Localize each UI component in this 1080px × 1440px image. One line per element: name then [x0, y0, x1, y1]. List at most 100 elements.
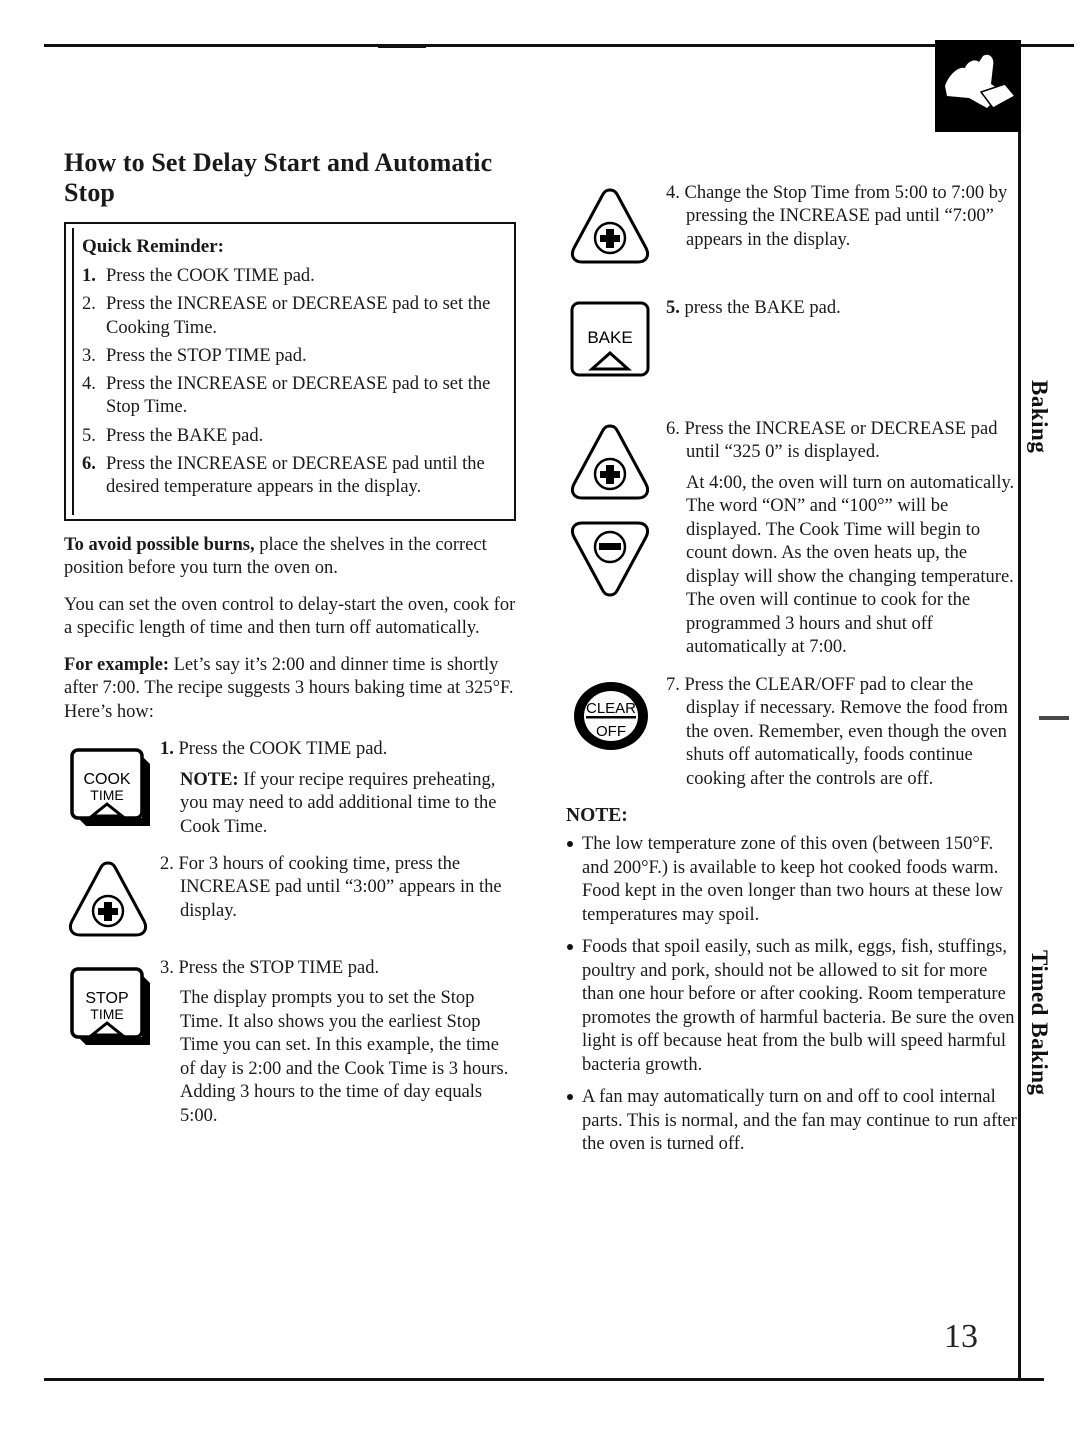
right-margin-rule: [1018, 44, 1021, 1378]
list-item: Foods that spoil easily, such as milk, e…: [566, 936, 1018, 1077]
decrease-pad-icon: [570, 521, 650, 597]
step-marker: 3.: [160, 958, 174, 978]
left-column: How to Set Delay Start and Automatic Sto…: [64, 148, 516, 1128]
increase-pad-icon: [68, 861, 148, 937]
step-line: 1. Press the COOK TIME pad.: [160, 738, 516, 761]
top-rule-tick: [378, 44, 426, 48]
step-marker: 5.: [666, 298, 680, 318]
item-number: 1.: [82, 266, 96, 286]
step-marker: 4.: [666, 183, 680, 203]
bake-pad-icon: BAKE: [570, 301, 650, 377]
item-number: 2.: [82, 294, 96, 315]
quick-reminder-box: Quick Reminder: 1. Press the COOK TIME pa…: [64, 222, 516, 521]
step-body: For 3 hours of cooking time, press the I…: [178, 854, 502, 921]
note-lead: NOTE:: [180, 769, 239, 790]
right-margin-stub: [1038, 44, 1074, 47]
delay-paragraph: You can set the oven control to delay-st…: [64, 594, 516, 639]
pad-slot: COOK TIME: [64, 738, 160, 839]
clear-off-pad-line1: CLEAR: [586, 700, 636, 717]
clear-off-pad-icon: CLEAR OFF: [574, 681, 648, 750]
list-item: The low temperature zone of this oven (b…: [566, 833, 1018, 927]
pad-slot: [566, 182, 666, 275]
list-item: 6. Press the INCREASE or DECREASE pad unt…: [82, 453, 500, 500]
item-text: Press the INCREASE or DECREASE pad until…: [106, 454, 485, 498]
list-item: 2. Press the INCREASE or DECREASE pad to …: [82, 293, 500, 340]
list-item: 5. Press the BAKE pad.: [82, 425, 500, 448]
pad-slot: BAKE: [566, 297, 666, 384]
margin-tab-baking: Baking: [1027, 380, 1052, 454]
note-section-title: NOTE:: [566, 805, 628, 827]
step-line: 5. press the BAKE pad.: [666, 297, 1018, 320]
item-number: 4.: [82, 374, 96, 395]
cook-time-pad-icon: COOK TIME: [70, 748, 150, 827]
item-text: Press the STOP TIME pad.: [106, 345, 307, 366]
stop-time-pad-icon: STOP TIME: [70, 967, 150, 1045]
example-paragraph: For example: Let’s say it’s 2:00 and din…: [64, 654, 516, 724]
step-line: 3. Press the STOP TIME pad.: [160, 957, 516, 980]
bullet-text: A fan may automatically turn on and off …: [582, 1087, 1017, 1155]
manual-page: Baking Timed Baking How to Set Delay Sta…: [0, 0, 1080, 1440]
list-item: A fan may automatically turn on and off …: [566, 1086, 1018, 1156]
page-number: 13: [944, 1318, 978, 1355]
page-title: How to Set Delay Start and Automatic Sto…: [64, 148, 493, 207]
step-marker: 1.: [160, 739, 174, 760]
bullet-icon: [567, 841, 573, 848]
step-row: 4. Change the Stop Time from 5:00 to 7:0…: [566, 182, 1018, 275]
step-text: 2. For 3 hours of cooking time, press th…: [160, 853, 516, 943]
margin-tab-timed-baking: Timed Baking: [1027, 950, 1052, 1096]
item-number: 5.: [82, 425, 96, 446]
step-row: 6. Press the INCREASE or DECREASE pad un…: [566, 418, 1018, 660]
pad-slot: [566, 418, 666, 660]
bullet-text: The low temperature zone of this oven (b…: [582, 834, 1003, 925]
stop-time-pad-line2: TIME: [90, 1006, 123, 1022]
step-line: 7. Press the CLEAR/OFF pad to clear the …: [666, 674, 1018, 791]
step-marker: 7.: [666, 674, 680, 695]
item-number: 3.: [82, 345, 96, 366]
step-text: 7. Press the CLEAR/OFF pad to clear the …: [666, 674, 1018, 791]
step-line: 6. Press the INCREASE or DECREASE pad un…: [666, 418, 1018, 465]
step-body: press the BAKE pad.: [684, 298, 841, 318]
item-text: Press the INCREASE or DECREASE pad to se…: [106, 294, 491, 338]
step-text: 1. Press the COOK TIME pad. NOTE: If you…: [160, 738, 516, 839]
example-lead: For example:: [64, 654, 169, 675]
step-marker: 2.: [160, 854, 174, 874]
stop-time-pad-line1: STOP: [85, 990, 128, 1007]
bullet-icon: [567, 944, 573, 951]
step-text: 6. Press the INCREASE or DECREASE pad un…: [666, 418, 1018, 660]
list-item: 1. Press the COOK TIME pad.: [82, 265, 500, 288]
right-column: 4. Change the Stop Time from 5:00 to 7:0…: [566, 182, 1018, 1166]
quick-reminder-list: 1. Press the COOK TIME pad. 2. Press the I…: [82, 265, 500, 500]
step-row: STOP TIME 3. Press the STOP TIME pad. Th…: [64, 957, 516, 1128]
step-text: 4. Change the Stop Time from 5:00 to 7:0…: [666, 182, 1018, 275]
margin-dash-mark: [1039, 716, 1069, 720]
step-body: Change the Stop Time from 5:00 to 7:00 b…: [684, 183, 1008, 250]
item-text: Press the BAKE pad.: [106, 425, 264, 446]
step-body: Press the CLEAR/OFF pad to clear the dis…: [684, 674, 1008, 789]
bullet-text: Foods that spoil easily, such as milk, e…: [582, 937, 1015, 1075]
burns-paragraph: To avoid possible burns, place the shelv…: [64, 534, 516, 581]
step-row: CLEAR OFF 7. Press the CLEAR/OFF pad to …: [566, 674, 1018, 791]
step-text: 3. Press the STOP TIME pad. The display …: [160, 957, 516, 1128]
bake-pad-label: BAKE: [587, 328, 632, 347]
step-text: 5. press the BAKE pad.: [666, 297, 1018, 384]
top-rule: [44, 44, 1044, 47]
item-text: Press the INCREASE or DECREASE pad to se…: [106, 374, 491, 418]
bottom-rule: [44, 1378, 1044, 1381]
cook-time-pad-line1: COOK: [83, 771, 130, 788]
step-detail: At 4:00, the oven will turn on automatic…: [686, 472, 1015, 658]
step-body: Press the COOK TIME pad.: [178, 739, 388, 760]
step-body: Press the INCREASE or DECREASE pad until…: [684, 419, 998, 463]
increase-pad-icon: [570, 424, 650, 500]
pad-slot: [64, 853, 160, 943]
hand-pressing-pad-icon: [935, 40, 1021, 132]
clear-off-pad-line2: OFF: [596, 723, 626, 740]
increase-pad-icon: [570, 188, 650, 264]
step-line: 4. Change the Stop Time from 5:00 to 7:0…: [666, 182, 1018, 252]
bullet-icon: [567, 1094, 573, 1101]
cook-time-pad-line2: TIME: [90, 787, 123, 803]
step-row: 2. For 3 hours of cooking time, press th…: [64, 853, 516, 943]
step-row: COOK TIME 1. Press the COOK TIME pad. NO…: [64, 738, 516, 839]
step-line: 2. For 3 hours of cooking time, press th…: [160, 853, 516, 923]
step-marker: 6.: [666, 419, 680, 439]
list-item: 4. Press the INCREASE or DECREASE pad to …: [82, 373, 500, 420]
